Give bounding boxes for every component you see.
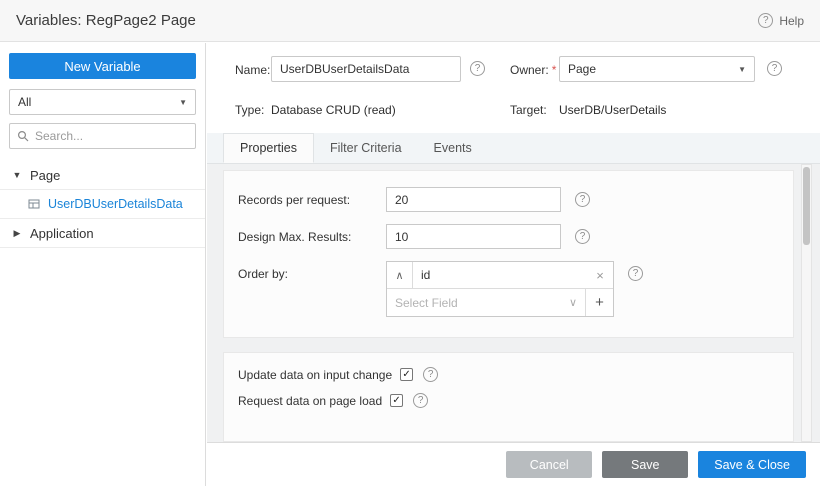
- name-help-icon[interactable]: ?: [470, 61, 485, 76]
- request-on-page-load-help-icon[interactable]: ?: [413, 393, 428, 408]
- save-and-close-button[interactable]: Save & Close: [698, 451, 806, 478]
- behavior-settings-card: Update data on input change ✓ ? Request …: [223, 352, 794, 442]
- search-box: [9, 123, 196, 149]
- tree-item-label: Page: [30, 168, 60, 183]
- detail-tabs: Properties Filter Criteria Events: [207, 133, 820, 164]
- chevron-down-icon: ▼: [179, 98, 187, 107]
- owner-selected-value: Page: [568, 62, 596, 76]
- order-by-help-icon[interactable]: ?: [628, 266, 643, 281]
- check-icon: ✓: [402, 370, 410, 380]
- target-value: UserDB/UserDetails: [559, 103, 666, 117]
- tab-filter-criteria[interactable]: Filter Criteria: [314, 133, 418, 163]
- order-by-control: ∧ id × Select Field ∨ +: [386, 261, 614, 317]
- records-per-request-row: Records per request: ?: [238, 187, 793, 212]
- tree-item-label: UserDBUserDetailsData: [48, 197, 183, 211]
- update-on-input-change-label: Update data on input change: [238, 368, 392, 382]
- sidebar-item-application[interactable]: ▶ Application: [0, 219, 205, 248]
- caret-right-icon: ▶: [12, 228, 22, 239]
- design-max-results-row: Design Max. Results: ?: [238, 224, 793, 249]
- variables-sidebar: New Variable All ▼ ▼ Page: [0, 43, 206, 486]
- update-on-input-change-row: Update data on input change ✓ ?: [238, 367, 793, 382]
- order-by-entry: ∧ id ×: [387, 262, 613, 289]
- sort-direction-button[interactable]: ∧: [387, 262, 413, 288]
- name-input[interactable]: [271, 56, 461, 82]
- records-per-request-input[interactable]: [386, 187, 561, 212]
- select-field-dropdown[interactable]: Select Field ∨: [387, 289, 585, 316]
- vertical-scrollbar[interactable]: [801, 164, 812, 442]
- search-icon: [17, 130, 29, 142]
- order-by-row: Order by: ∧ id × Select Field ∨: [238, 261, 793, 317]
- variable-icon: [28, 198, 40, 210]
- sort-asc-icon: ∧: [395, 269, 403, 282]
- design-max-results-label: Design Max. Results:: [238, 230, 386, 244]
- owner-help-icon[interactable]: ?: [767, 61, 782, 76]
- required-marker: *: [552, 63, 557, 77]
- dialog-footer: Cancel Save Save & Close: [207, 442, 820, 486]
- design-max-help-icon[interactable]: ?: [575, 229, 590, 244]
- order-by-field-value: id: [413, 262, 587, 288]
- tab-properties[interactable]: Properties: [223, 133, 314, 163]
- new-variable-button[interactable]: New Variable: [9, 53, 196, 79]
- request-on-page-load-label: Request data on page load: [238, 394, 382, 408]
- chevron-down-icon: ▼: [738, 65, 746, 74]
- search-input[interactable]: [35, 129, 188, 143]
- page-title: Variables: RegPage2 Page: [16, 12, 196, 29]
- dialog-header: Variables: RegPage2 Page ? Help: [0, 0, 820, 42]
- tree-item-label: Application: [30, 226, 94, 241]
- remove-order-field-button[interactable]: ×: [587, 262, 613, 288]
- request-on-page-load-checkbox[interactable]: ✓: [390, 394, 403, 407]
- select-field-placeholder: Select Field: [395, 296, 458, 310]
- order-by-label: Order by:: [238, 261, 386, 281]
- type-value: Database CRUD (read): [271, 103, 396, 117]
- sidebar-item-page[interactable]: ▼ Page: [0, 161, 205, 190]
- caret-down-icon: ▼: [12, 170, 22, 180]
- records-per-request-label: Records per request:: [238, 193, 386, 207]
- scrollbar-thumb[interactable]: [803, 167, 810, 245]
- plus-icon: +: [595, 294, 604, 311]
- filter-selected-value: All: [18, 95, 31, 109]
- save-button[interactable]: Save: [602, 451, 688, 478]
- check-icon: ✓: [392, 396, 400, 406]
- cancel-button[interactable]: Cancel: [506, 451, 592, 478]
- order-by-add-row: Select Field ∨ +: [387, 289, 613, 316]
- add-order-field-button[interactable]: +: [585, 289, 613, 316]
- help-question-icon: ?: [758, 13, 773, 28]
- target-label: Target:: [510, 103, 547, 117]
- update-on-input-change-checkbox[interactable]: ✓: [400, 368, 413, 381]
- help-label: Help: [779, 14, 804, 28]
- properties-tab-content: Records per request: ? Design Max. Resul…: [207, 164, 820, 442]
- request-settings-card: Records per request: ? Design Max. Resul…: [223, 170, 794, 338]
- close-icon: ×: [596, 268, 604, 283]
- owner-select[interactable]: Page ▼: [559, 56, 755, 82]
- variables-tree: ▼ Page UserDBUserDetailsData ▶ Applicati…: [0, 161, 205, 248]
- owner-label: Owner:*: [510, 63, 556, 77]
- type-label: Type:: [235, 103, 264, 117]
- design-max-results-input[interactable]: [386, 224, 561, 249]
- tab-events[interactable]: Events: [418, 133, 488, 163]
- help-button[interactable]: ? Help: [758, 13, 804, 28]
- records-help-icon[interactable]: ?: [575, 192, 590, 207]
- variable-detail-panel: Name:* ? Owner:* Page ▼ ? Type: Database…: [207, 43, 820, 486]
- request-on-page-load-row: Request data on page load ✓ ?: [238, 393, 793, 408]
- variable-meta: Name:* ? Owner:* Page ▼ ? Type: Database…: [207, 43, 820, 133]
- chevron-down-icon: ∨: [569, 296, 577, 309]
- sidebar-item-userdbuserdetailsdata[interactable]: UserDBUserDetailsData: [0, 190, 205, 219]
- update-on-input-change-help-icon[interactable]: ?: [423, 367, 438, 382]
- variable-filter-select[interactable]: All ▼: [9, 89, 196, 115]
